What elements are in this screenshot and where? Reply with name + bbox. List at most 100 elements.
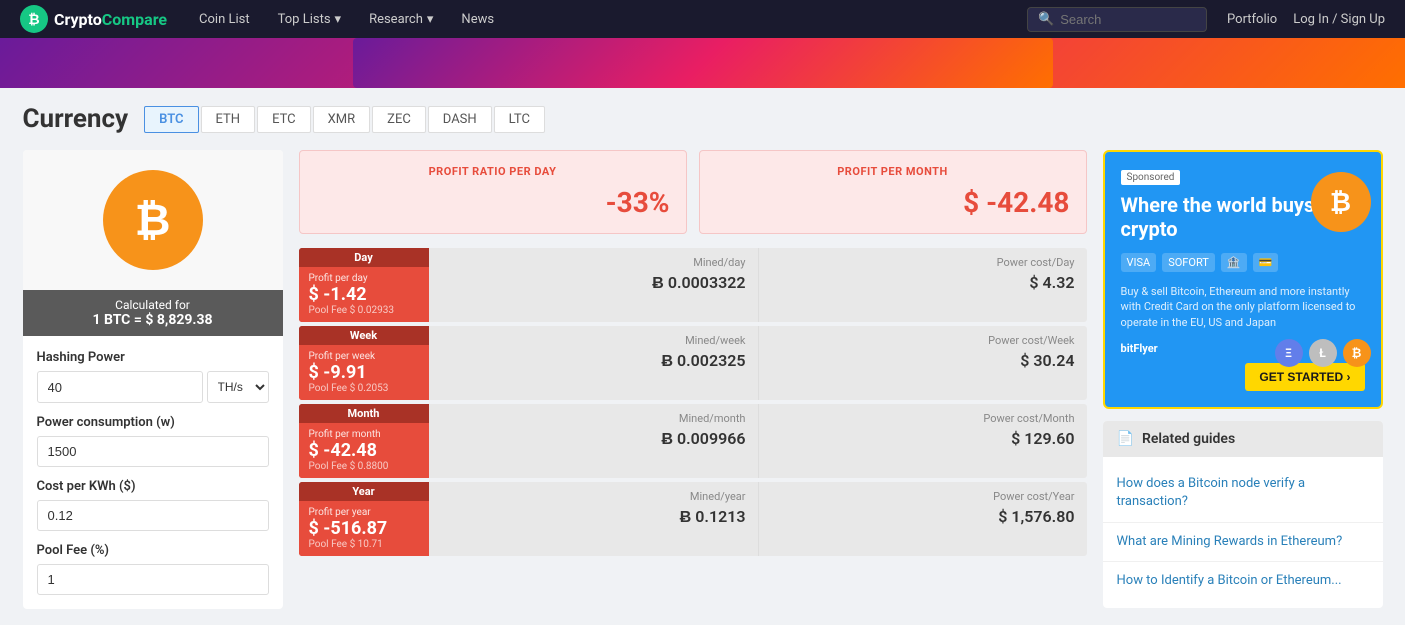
nav-news[interactable]: News: [449, 6, 506, 33]
guides-list: How does a Bitcoin node verify a transac…: [1103, 457, 1383, 608]
cost-per-kwh-label: Cost per KWh ($): [37, 479, 269, 494]
profit-month-value: $ -42.48: [716, 186, 1070, 219]
login-link[interactable]: Log In / Sign Up: [1293, 12, 1385, 27]
row-mined-label-1: Mined/week: [441, 334, 746, 347]
row-mined-cell-0: Mined/day Ƀ 0.0003322: [429, 248, 758, 322]
row-period-0: Day: [299, 248, 429, 267]
tab-btc[interactable]: BTC: [144, 106, 198, 133]
row-profit-section-0: Profit per day $ -1.42 Pool Fee $ 0.0293…: [299, 267, 429, 322]
guides-header: 📄 Related guides: [1103, 421, 1383, 457]
guide-item-2[interactable]: What are Mining Rewards in Ethereum?: [1103, 523, 1383, 562]
tab-xmr[interactable]: XMR: [313, 106, 371, 133]
currency-tabs: BTC ETH ETC XMR ZEC DASH LTC: [144, 106, 545, 133]
row-power-label-2: Power cost/Month: [771, 412, 1075, 425]
main-content: Currency BTC ETH ETC XMR ZEC DASH LTC ₿ …: [3, 88, 1403, 625]
row-profit-section-2: Profit per month $ -42.48 Pool Fee $ 0.8…: [299, 423, 429, 478]
brand-text: CryptoCompare: [54, 10, 167, 29]
data-row: Week Profit per week $ -9.91 Pool Fee $ …: [299, 326, 1087, 400]
hashing-power-input[interactable]: [37, 371, 203, 403]
pool-fee-input[interactable]: [37, 564, 269, 595]
sponsored-label: Sponsored: [1121, 170, 1181, 185]
guide-item-3[interactable]: How to Identify a Bitcoin or Ethereum...: [1103, 562, 1383, 600]
tab-eth[interactable]: ETH: [201, 106, 256, 133]
brand-logo[interactable]: ₿ CryptoCompare: [20, 5, 167, 33]
tab-zec[interactable]: ZEC: [372, 106, 426, 133]
nav-research[interactable]: Research ▾: [357, 6, 445, 33]
brand-icon: ₿: [20, 5, 48, 33]
row-pool-fee-0: Pool Fee $ 0.02933: [309, 305, 419, 316]
sofort-logo: SOFORT: [1162, 253, 1215, 272]
guides-card: 📄 Related guides How does a Bitcoin node…: [1103, 421, 1383, 608]
row-mined-label-2: Mined/month: [441, 412, 746, 425]
row-mined-value-1: Ƀ 0.002325: [441, 351, 746, 371]
nav-coin-list[interactable]: Coin List: [187, 6, 262, 33]
row-mined-cell-1: Mined/week Ƀ 0.002325: [429, 326, 758, 400]
data-rows: Day Profit per day $ -1.42 Pool Fee $ 0.…: [299, 248, 1087, 558]
guide-item-1[interactable]: How does a Bitcoin node verify a transac…: [1103, 465, 1383, 522]
row-period-3: Year: [299, 482, 429, 501]
document-icon: 📄: [1117, 431, 1134, 447]
coin-icon-wrap: ₿: [23, 150, 283, 290]
chevron-down-icon: ▾: [335, 12, 342, 27]
center-panel: PROFIT RATIO PER DAY -33% PROFIT PER MON…: [299, 150, 1087, 609]
brand-crypto: Crypto: [54, 10, 102, 29]
row-profit-label-2: Profit per month: [309, 429, 419, 440]
row-profit-value-3: $ -516.87: [309, 518, 419, 539]
row-profit-value-0: $ -1.42: [309, 284, 419, 305]
visa-logo: VISA: [1121, 253, 1157, 272]
portfolio-link[interactable]: Portfolio: [1227, 12, 1277, 27]
power-consumption-input[interactable]: [37, 436, 269, 467]
row-profit-label-0: Profit per day: [309, 273, 419, 284]
row-mined-cell-3: Mined/year Ƀ 0.1213: [429, 482, 758, 556]
data-row: Day Profit per day $ -1.42 Pool Fee $ 0.…: [299, 248, 1087, 322]
row-profit-value-2: $ -42.48: [309, 440, 419, 461]
left-panel: ₿ Calculated for 1 BTC = $ 8,829.38 Hash…: [23, 150, 283, 609]
profit-ratio-label: PROFIT RATIO PER DAY: [316, 165, 670, 178]
tab-ltc[interactable]: LTC: [494, 106, 545, 133]
hashing-unit-select[interactable]: TH/s GH/s MH/s: [207, 371, 269, 403]
profit-ratio-value: -33%: [316, 186, 670, 219]
nav-links: Coin List Top Lists ▾ Research ▾ News: [187, 6, 1017, 33]
row-power-value-3: $ 1,576.80: [771, 507, 1075, 526]
row-power-value-2: $ 129.60: [771, 429, 1075, 448]
brand-compare: Compare: [102, 10, 167, 29]
search-box[interactable]: 🔍: [1027, 7, 1207, 32]
ad-card: Sponsored ₿ Where the world buys crypto …: [1103, 150, 1383, 409]
row-profit-section-1: Profit per week $ -9.91 Pool Fee $ 0.205…: [299, 345, 429, 400]
other-logo2: 💳: [1253, 253, 1279, 272]
top-banner: [0, 38, 1405, 88]
hashing-power-row: TH/s GH/s MH/s: [37, 371, 269, 403]
navbar: ₿ CryptoCompare Coin List Top Lists ▾ Re…: [0, 0, 1405, 38]
profit-summary: PROFIT RATIO PER DAY -33% PROFIT PER MON…: [299, 150, 1087, 234]
row-power-label-1: Power cost/Week: [771, 334, 1075, 347]
profit-ratio-card: PROFIT RATIO PER DAY -33%: [299, 150, 687, 234]
ltc-icon: Ł: [1309, 339, 1337, 367]
row-mined-cell-2: Mined/month Ƀ 0.009966: [429, 404, 758, 478]
row-power-value-0: $ 4.32: [771, 273, 1075, 292]
ad-btc-icon: ₿: [1311, 172, 1371, 232]
nav-top-lists[interactable]: Top Lists ▾: [266, 6, 353, 33]
row-mined-label-3: Mined/year: [441, 490, 746, 503]
guides-title: Related guides: [1142, 431, 1235, 447]
row-period-1: Week: [299, 326, 429, 345]
cost-per-kwh-input[interactable]: [37, 500, 269, 531]
coin-circle: ₿: [103, 170, 203, 270]
ad-provider: bitFlyer: [1121, 342, 1158, 355]
row-mined-value-0: Ƀ 0.0003322: [441, 273, 746, 293]
data-row: Month Profit per month $ -42.48 Pool Fee…: [299, 404, 1087, 478]
row-power-cell-3: Power cost/Year $ 1,576.80: [758, 482, 1087, 556]
tab-dash[interactable]: DASH: [428, 106, 492, 133]
tab-etc[interactable]: ETC: [257, 106, 311, 133]
calc-for-value: 1 BTC = $ 8,829.38: [31, 312, 275, 328]
row-mined-value-2: Ƀ 0.009966: [441, 429, 746, 449]
row-pool-fee-2: Pool Fee $ 0.8800: [309, 461, 419, 472]
row-mined-value-3: Ƀ 0.1213: [441, 507, 746, 527]
pool-fee-label: Pool Fee (%): [37, 543, 269, 558]
search-icon: 🔍: [1038, 12, 1054, 27]
eth-icon: Ξ: [1275, 339, 1303, 367]
ad-logos: VISA SOFORT 🏦 💳: [1121, 253, 1365, 272]
page-title: Currency: [23, 104, 129, 134]
ad-cta-button[interactable]: GET STARTED ›: [1245, 363, 1364, 391]
row-pool-fee-3: Pool Fee $ 10.71: [309, 539, 419, 550]
search-input[interactable]: [1060, 12, 1196, 27]
